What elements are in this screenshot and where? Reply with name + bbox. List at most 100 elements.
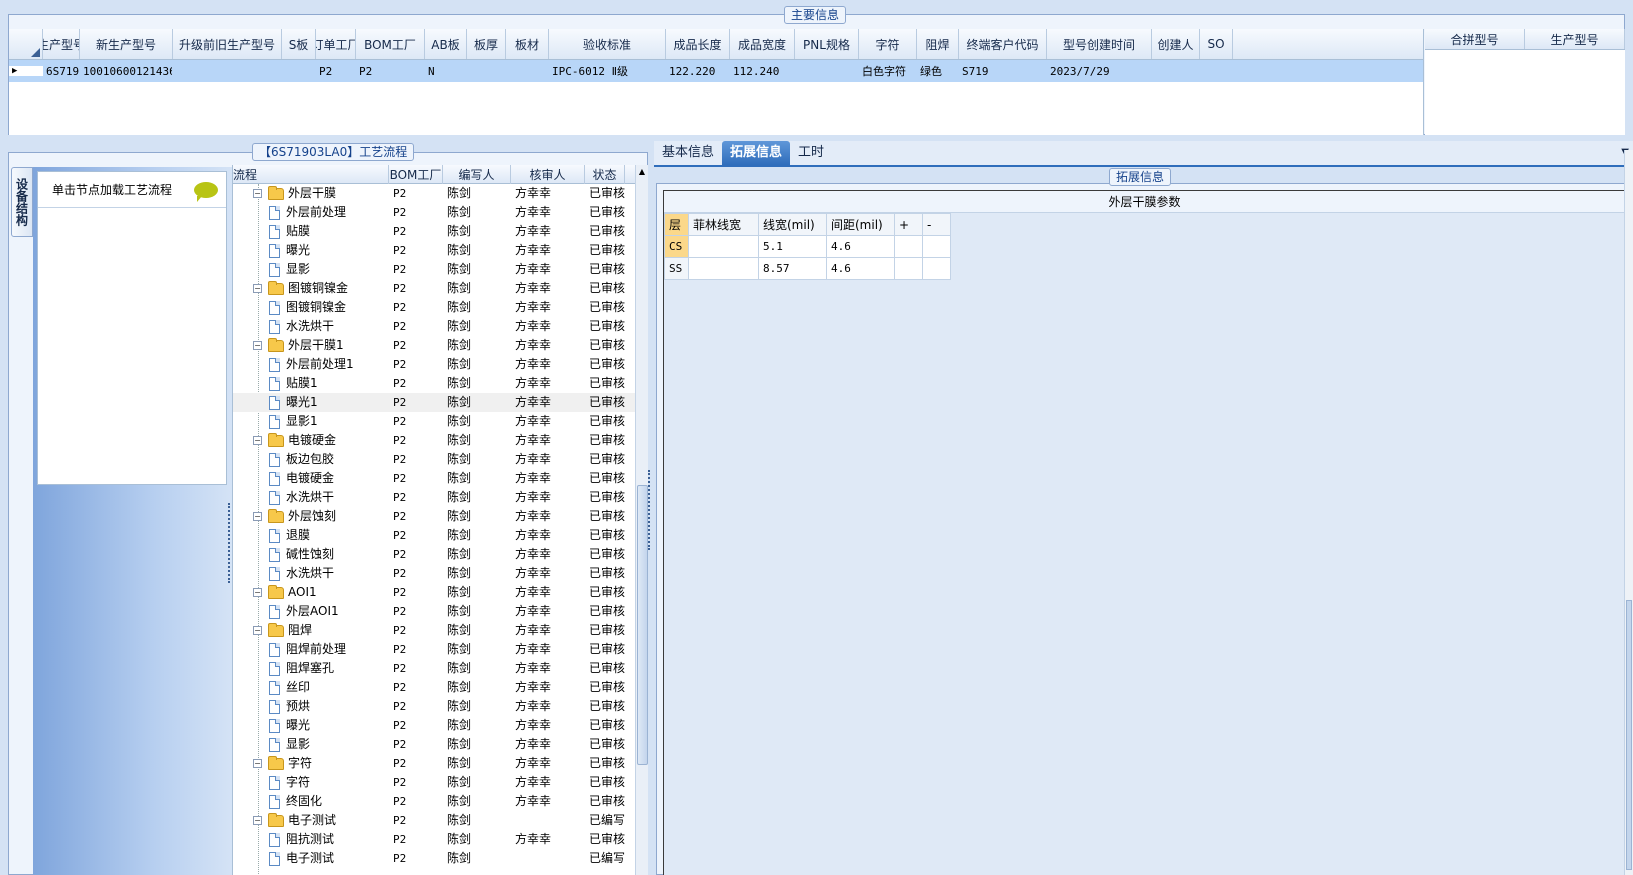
param-column-header-1[interactable]: 菲林线宽 bbox=[688, 213, 759, 236]
tree-node[interactable]: 外层前处理1 P2 陈剑 方幸幸 已审核 bbox=[233, 355, 635, 374]
tree-column-header-1[interactable]: BOM工厂 bbox=[389, 165, 443, 184]
cell-5[interactable]: P2 bbox=[356, 65, 425, 78]
tree-node[interactable]: 碱性蚀刻 P2 陈剑 方幸幸 已审核 bbox=[233, 545, 635, 564]
tree-node[interactable]: 丝印 P2 陈剑 方幸幸 已审核 bbox=[233, 678, 635, 697]
param-column-header-4[interactable]: + bbox=[894, 213, 923, 236]
cell-10[interactable]: 122.220 bbox=[666, 65, 730, 78]
tree-column-header-0[interactable]: 流程 bbox=[233, 165, 389, 184]
cell-13[interactable]: 白色字符 bbox=[859, 63, 917, 79]
tree-node[interactable]: 曝光 P2 陈剑 方幸幸 已审核 bbox=[233, 716, 635, 735]
tree-node[interactable]: 退膜 P2 陈剑 方幸幸 已审核 bbox=[233, 526, 635, 545]
merge-column-header-1[interactable]: 生产型号 bbox=[1525, 29, 1625, 49]
tab-2[interactable]: 工时 bbox=[790, 141, 832, 165]
tree-node[interactable]: − 外层干膜1 P2 陈剑 方幸幸 已审核 bbox=[233, 336, 635, 355]
column-header-13[interactable]: 字符 bbox=[859, 29, 917, 59]
param-cell[interactable] bbox=[894, 235, 923, 258]
param-cell[interactable]: 4.6 bbox=[826, 257, 895, 280]
tree-node[interactable]: 曝光1 P2 陈剑 方幸幸 已审核 bbox=[233, 393, 635, 412]
cell-6[interactable]: N bbox=[425, 65, 467, 78]
column-header-3[interactable]: S板 bbox=[282, 29, 316, 59]
tree-node[interactable]: 字符 P2 陈剑 方幸幸 已审核 bbox=[233, 773, 635, 792]
tree-node[interactable]: − AOI1 P2 陈剑 方幸幸 已审核 bbox=[233, 583, 635, 602]
column-header-9[interactable]: 验收标准 bbox=[549, 29, 666, 59]
tree-column-header-4[interactable]: 状态 bbox=[585, 165, 625, 184]
cell-1[interactable]: 10010600121436 bbox=[80, 65, 173, 78]
tree-node[interactable]: 阻抗测试 P2 陈剑 方幸幸 已审核 bbox=[233, 830, 635, 849]
tree-node[interactable]: 阻焊前处理 P2 陈剑 方幸幸 已审核 bbox=[233, 640, 635, 659]
cell-9[interactable]: IPC-6012 Ⅱ级 bbox=[549, 63, 666, 79]
param-cell[interactable]: CS bbox=[664, 235, 689, 258]
tree-node[interactable]: 终固化 P2 陈剑 方幸幸 已审核 bbox=[233, 792, 635, 811]
tree-node[interactable]: − 字符 P2 陈剑 方幸幸 已审核 bbox=[233, 754, 635, 773]
collapse-icon[interactable]: − bbox=[253, 189, 262, 198]
column-header-14[interactable]: 阻焊 bbox=[917, 29, 959, 59]
tab-1[interactable]: 拓展信息 bbox=[722, 141, 791, 165]
column-header-18[interactable]: SO bbox=[1200, 29, 1233, 59]
column-header-10[interactable]: 成品长度 bbox=[666, 29, 730, 59]
param-cell[interactable]: 5.1 bbox=[758, 235, 827, 258]
column-header-8[interactable]: 板材 bbox=[506, 29, 549, 59]
collapse-icon[interactable]: − bbox=[253, 759, 262, 768]
tree-node[interactable]: 水洗烘干 P2 陈剑 方幸幸 已审核 bbox=[233, 317, 635, 336]
collapse-icon[interactable]: − bbox=[253, 436, 262, 445]
cell-4[interactable]: P2 bbox=[316, 65, 356, 78]
param-column-header-2[interactable]: 线宽(mil) bbox=[758, 213, 827, 236]
tree-node[interactable]: 曝光 P2 陈剑 方幸幸 已审核 bbox=[233, 241, 635, 260]
param-column-header-5[interactable]: - bbox=[922, 213, 951, 236]
collapse-icon[interactable]: − bbox=[253, 588, 262, 597]
column-header-0[interactable]: 生产型号 bbox=[43, 29, 80, 59]
collapse-icon[interactable]: − bbox=[253, 284, 262, 293]
column-header-5[interactable]: BOM工厂 bbox=[356, 29, 425, 59]
tree-column-header-3[interactable]: 核审人 bbox=[511, 165, 585, 184]
column-header-16[interactable]: 型号创建时间 bbox=[1047, 29, 1152, 59]
tree-node[interactable]: 显影1 P2 陈剑 方幸幸 已审核 bbox=[233, 412, 635, 431]
tree-node[interactable]: − 外层干膜 P2 陈剑 方幸幸 已审核 bbox=[233, 184, 635, 203]
tree-node[interactable]: 外层AOI1 P2 陈剑 方幸幸 已审核 bbox=[233, 602, 635, 621]
tab-0[interactable]: 基本信息 bbox=[654, 141, 722, 165]
tree-column-header-2[interactable]: 编写人 bbox=[443, 165, 511, 184]
cell-14[interactable]: 绿色 bbox=[917, 63, 959, 79]
scrollbar-thumb[interactable] bbox=[637, 485, 648, 765]
param-cell[interactable] bbox=[688, 235, 759, 258]
tree-node[interactable]: 贴膜 P2 陈剑 方幸幸 已审核 bbox=[233, 222, 635, 241]
tree-node[interactable]: 外层前处理 P2 陈剑 方幸幸 已审核 bbox=[233, 203, 635, 222]
collapse-icon[interactable]: − bbox=[253, 816, 262, 825]
param-cell[interactable]: 8.57 bbox=[758, 257, 827, 280]
param-cell[interactable] bbox=[922, 235, 951, 258]
column-header-6[interactable]: AB板 bbox=[425, 29, 467, 59]
table-row[interactable]: ▶ 6S71903LA010010600121436P2P2NIPC-6012 … bbox=[9, 60, 1423, 82]
column-header-2[interactable]: 升级前旧生产型号 bbox=[173, 29, 282, 59]
tree-node[interactable]: 显影 P2 陈剑 方幸幸 已审核 bbox=[233, 735, 635, 754]
column-header-4[interactable]: 订单工厂 bbox=[316, 29, 356, 59]
tree-node[interactable]: 水洗烘干 P2 陈剑 方幸幸 已审核 bbox=[233, 488, 635, 507]
param-cell[interactable] bbox=[922, 257, 951, 280]
param-cell[interactable] bbox=[688, 257, 759, 280]
column-header-17[interactable]: 创建人 bbox=[1152, 29, 1200, 59]
tree-node[interactable]: 电子测试 P2 陈剑 已编写 bbox=[233, 849, 635, 868]
column-header-12[interactable]: PNL规格 bbox=[795, 29, 859, 59]
tree-node[interactable]: − 电镀硬金 P2 陈剑 方幸幸 已审核 bbox=[233, 431, 635, 450]
collapse-icon[interactable]: − bbox=[253, 626, 262, 635]
param-cell[interactable]: 4.6 bbox=[826, 235, 895, 258]
param-column-header-3[interactable]: 间距(mil) bbox=[826, 213, 895, 236]
tree-node[interactable]: 图镀铜镍金 P2 陈剑 方幸幸 已审核 bbox=[233, 298, 635, 317]
tree-node[interactable]: 预烘 P2 陈剑 方幸幸 已审核 bbox=[233, 697, 635, 716]
tree-node[interactable]: 板边包胶 P2 陈剑 方幸幸 已审核 bbox=[233, 450, 635, 469]
column-header-11[interactable]: 成品宽度 bbox=[730, 29, 795, 59]
collapse-icon[interactable]: − bbox=[253, 512, 262, 521]
cell-0[interactable]: 6S71903LA0 bbox=[43, 65, 80, 78]
window-scrollbar[interactable] bbox=[1624, 150, 1633, 875]
tree-node[interactable]: 电镀硬金 P2 陈剑 方幸幸 已审核 bbox=[233, 469, 635, 488]
param-cell[interactable] bbox=[894, 257, 923, 280]
tree-node[interactable]: 水洗烘干 P2 陈剑 方幸幸 已审核 bbox=[233, 564, 635, 583]
tree-node[interactable]: − 外层蚀刻 P2 陈剑 方幸幸 已审核 bbox=[233, 507, 635, 526]
tree-scrollbar[interactable]: ▲ bbox=[635, 165, 648, 875]
column-header-15[interactable]: 终端客户代码 bbox=[959, 29, 1047, 59]
param-column-header-0[interactable]: 层 bbox=[664, 213, 689, 236]
table-row[interactable]: SS 8.57 4.6 bbox=[664, 257, 951, 280]
tree-node[interactable]: 阻焊塞孔 P2 陈剑 方幸幸 已审核 bbox=[233, 659, 635, 678]
collapse-icon[interactable]: − bbox=[253, 341, 262, 350]
cell-15[interactable]: S719 bbox=[959, 65, 1047, 78]
tree-node[interactable]: − 电子测试 P2 陈剑 已编写 bbox=[233, 811, 635, 830]
tree-node[interactable]: 显影 P2 陈剑 方幸幸 已审核 bbox=[233, 260, 635, 279]
